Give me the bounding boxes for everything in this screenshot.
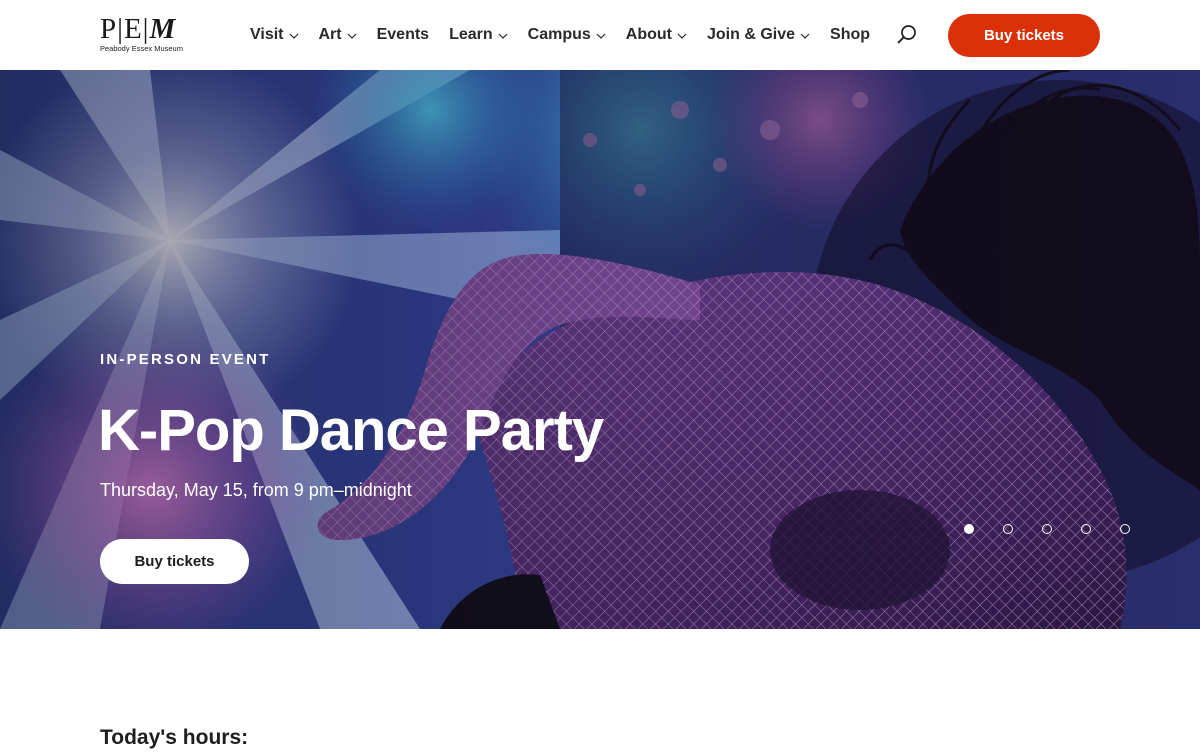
hero-buy-tickets-button[interactable]: Buy tickets: [100, 539, 249, 584]
pem-logo[interactable]: P|E|M Peabody Essex Museum: [100, 15, 195, 55]
chevron-down-icon: [347, 31, 357, 41]
chevron-down-icon: [498, 31, 508, 41]
nav-label: Shop: [830, 26, 871, 43]
nav-item-art[interactable]: Art: [319, 26, 357, 44]
slider-dot[interactable]: [1042, 524, 1052, 534]
todays-hours-heading: Today's hours:: [100, 726, 249, 749]
nav-label: Visit: [250, 26, 284, 43]
slider-dot[interactable]: [1003, 524, 1013, 534]
nav-item-learn[interactable]: Learn: [449, 26, 508, 44]
logo-subtitle: Peabody Essex Museum: [100, 44, 183, 53]
main-nav: Visit Art Events Learn Campus About Join…: [250, 24, 870, 46]
nav-item-campus[interactable]: Campus: [528, 26, 606, 44]
nav-label: Events: [376, 26, 430, 43]
slider-dot[interactable]: [1120, 524, 1130, 534]
nav-item-join-give[interactable]: Join & Give: [707, 26, 810, 44]
chevron-down-icon: [800, 31, 810, 41]
nav-label: About: [625, 26, 672, 43]
chevron-down-icon: [596, 31, 606, 41]
nav-item-about[interactable]: About: [626, 26, 687, 44]
hero-slider: IN-PERSON EVENT K-Pop Dance Party Thursd…: [0, 70, 1200, 629]
buy-tickets-button[interactable]: Buy tickets: [948, 14, 1100, 57]
nav-label: Art: [318, 26, 342, 43]
slider-dot[interactable]: [1081, 524, 1091, 534]
hero-date: Thursday, May 15, from 9 pm–midnight: [100, 480, 412, 500]
nav-label: Campus: [527, 26, 591, 43]
site-header: P|E|M Peabody Essex Museum Visit Art Eve…: [0, 0, 1200, 70]
search-icon[interactable]: [896, 24, 918, 46]
nav-label: Learn: [449, 26, 493, 43]
chevron-down-icon: [677, 31, 687, 41]
nav-label: Join & Give: [706, 26, 796, 43]
hero-title: K-Pop Dance Party: [98, 398, 604, 463]
logo-mark: P|E|M: [100, 13, 177, 45]
nav-item-visit[interactable]: Visit: [250, 26, 299, 44]
chevron-down-icon: [289, 31, 299, 41]
slider-dots: [964, 524, 1130, 536]
nav-item-shop[interactable]: Shop: [830, 26, 870, 44]
nav-item-events[interactable]: Events: [377, 26, 429, 44]
event-type-label: IN-PERSON EVENT: [100, 351, 271, 368]
slider-dot[interactable]: [964, 524, 974, 534]
